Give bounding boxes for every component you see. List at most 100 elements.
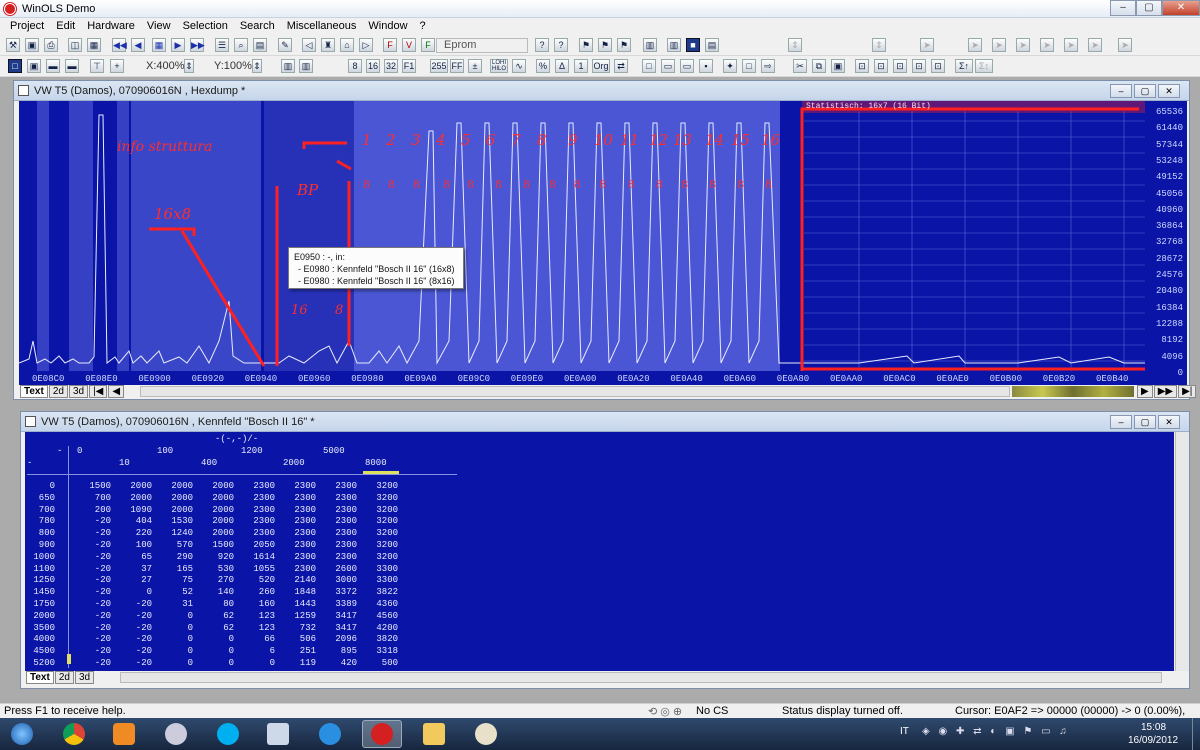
hex-graph[interactable]: Statistisch: 16x7 (16 Bit) info struttur… <box>19 101 1145 385</box>
original-copy-icon[interactable]: ⇄ <box>614 59 628 73</box>
export-icon[interactable]: ⇨ <box>761 59 775 73</box>
map-cell[interactable]: 1500 <box>81 481 111 491</box>
map-cell[interactable]: 3318 <box>368 646 398 656</box>
map-cell[interactable]: 895 <box>327 646 357 656</box>
map-cell[interactable]: 251 <box>286 646 316 656</box>
map-cell[interactable]: 3000 <box>327 575 357 585</box>
map-cell[interactable]: 700 <box>81 493 111 503</box>
map-cell[interactable]: 2300 <box>245 493 275 503</box>
map-insert5-icon[interactable]: ⊡ <box>931 59 945 73</box>
map-cell[interactable]: 2300 <box>245 505 275 515</box>
menu-help[interactable]: ? <box>414 18 432 35</box>
map-cell[interactable]: -20 <box>122 611 152 621</box>
chip-icon[interactable]: ▣ <box>25 38 39 52</box>
list-icon[interactable]: ☰ <box>215 38 229 52</box>
scroll-page-right-icon[interactable]: ▶▶ <box>1153 385 1178 398</box>
menu-edit[interactable]: Edit <box>50 18 81 35</box>
map-cell[interactable]: 2600 <box>327 564 357 574</box>
map-cell[interactable]: 506 <box>286 634 316 644</box>
map-insert2-icon[interactable]: ⊡ <box>874 59 888 73</box>
map-cell[interactable]: 2300 <box>327 552 357 562</box>
view-blue-icon[interactable]: ■ <box>686 38 700 52</box>
scroll-left-icon[interactable]: ◀ <box>108 385 125 398</box>
arrow-e-icon[interactable]: ➤ <box>1040 38 1054 52</box>
signed-icon[interactable]: ± <box>468 59 482 73</box>
map-cell[interactable]: 420 <box>327 658 357 668</box>
map-cell[interactable]: 3200 <box>368 481 398 491</box>
layout-icon[interactable]: ▦ <box>87 38 101 52</box>
map-cell[interactable]: 2300 <box>286 516 316 526</box>
map-cell[interactable]: 2300 <box>327 493 357 503</box>
maximize-button[interactable]: ▢ <box>1136 0 1162 16</box>
menu-miscellaneous[interactable]: Miscellaneous <box>281 18 363 35</box>
hexdump-restore-button[interactable]: ▢ <box>1134 84 1156 98</box>
map-cell[interactable]: -20 <box>122 634 152 644</box>
map-cell[interactable]: 1443 <box>286 599 316 609</box>
home-icon[interactable]: ⌂ <box>340 38 354 52</box>
hex-view2-icon[interactable]: ▥ <box>299 59 313 73</box>
map-cell[interactable]: 0 <box>163 646 193 656</box>
original-button[interactable]: Org <box>592 59 610 73</box>
map-cell[interactable]: 3417 <box>327 623 357 633</box>
map-cell[interactable]: 3300 <box>368 575 398 585</box>
map-cell[interactable]: 100 <box>122 540 152 550</box>
menu-search[interactable]: Search <box>234 18 281 35</box>
arrow-a-icon[interactable]: ➤ <box>920 38 934 52</box>
y-zoom-value[interactable]: Y:100% <box>214 60 252 72</box>
map-cell[interactable]: 1090 <box>122 505 152 515</box>
scroll-first-icon[interactable]: |◀ <box>89 385 108 398</box>
map-cell[interactable]: -20 <box>81 528 111 538</box>
skype-icon[interactable] <box>208 720 248 748</box>
map-cell[interactable]: 570 <box>163 540 193 550</box>
y-zoom-spinner-icon[interactable]: ⇕ <box>252 59 262 73</box>
decimal-255-button[interactable]: 255 <box>430 59 448 73</box>
map-cell[interactable]: -20 <box>81 658 111 668</box>
map-cell[interactable]: 0 <box>122 587 152 597</box>
map-cell[interactable]: 65 <box>122 552 152 562</box>
map-cell[interactable]: -20 <box>81 611 111 621</box>
chrome-icon[interactable] <box>54 720 94 748</box>
wrench-icon[interactable]: ⚒ <box>6 38 20 52</box>
map-cell[interactable]: 123 <box>245 611 275 621</box>
map-cell[interactable]: -20 <box>81 575 111 585</box>
open-folder-icon[interactable]: ▭ <box>680 59 694 73</box>
map-cell[interactable]: -20 <box>81 564 111 574</box>
view-mode-c-icon[interactable]: ▬ <box>46 59 60 73</box>
explorer-icon[interactable] <box>414 720 454 748</box>
menu-selection[interactable]: Selection <box>177 18 234 35</box>
map-cell[interactable]: 3200 <box>368 528 398 538</box>
chart3-icon[interactable]: ⚑ <box>617 38 631 52</box>
media-player-icon[interactable] <box>104 720 144 748</box>
map-cell[interactable]: 3200 <box>368 505 398 515</box>
map-cell[interactable]: 52 <box>163 587 193 597</box>
app-window-icon[interactable] <box>258 720 298 748</box>
map-restore-button[interactable]: ▢ <box>1134 415 1156 429</box>
map-cell[interactable]: 31 <box>163 599 193 609</box>
one-icon[interactable]: 1 <box>574 59 588 73</box>
map-cell[interactable]: 2000 <box>204 493 234 503</box>
clock-date[interactable]: 16/09/2012 <box>1128 735 1178 746</box>
map-cell[interactable]: 220 <box>122 528 152 538</box>
map-cell[interactable]: 2000 <box>163 481 193 491</box>
arrow-h-icon[interactable]: ➤ <box>1118 38 1132 52</box>
map-cell[interactable]: 2300 <box>245 481 275 491</box>
columns-icon[interactable]: ▥ <box>667 38 681 52</box>
map-cell[interactable]: 75 <box>163 575 193 585</box>
arrow-c-icon[interactable]: ➤ <box>992 38 1006 52</box>
map-cell[interactable]: 2300 <box>286 528 316 538</box>
map-cell[interactable]: 290 <box>163 552 193 562</box>
map-cell[interactable]: 260 <box>245 587 275 597</box>
map-cell[interactable]: 140 <box>204 587 234 597</box>
map-cell[interactable]: -20 <box>81 540 111 550</box>
map-cell[interactable]: 6 <box>245 646 275 656</box>
f-icon[interactable]: F <box>383 38 397 52</box>
map-cell[interactable]: 1500 <box>204 540 234 550</box>
lohi-button[interactable]: LOHI HILO <box>490 59 508 73</box>
internet-explorer-icon[interactable] <box>310 720 350 748</box>
find-icon[interactable]: ⌕ <box>234 38 248 52</box>
map-cell[interactable]: 1530 <box>163 516 193 526</box>
map-cell[interactable]: -20 <box>81 599 111 609</box>
hexdump-overview-strip[interactable] <box>1012 386 1134 397</box>
map-horizontal-scrollbar[interactable] <box>120 672 1162 683</box>
map-cell[interactable]: 0 <box>204 646 234 656</box>
